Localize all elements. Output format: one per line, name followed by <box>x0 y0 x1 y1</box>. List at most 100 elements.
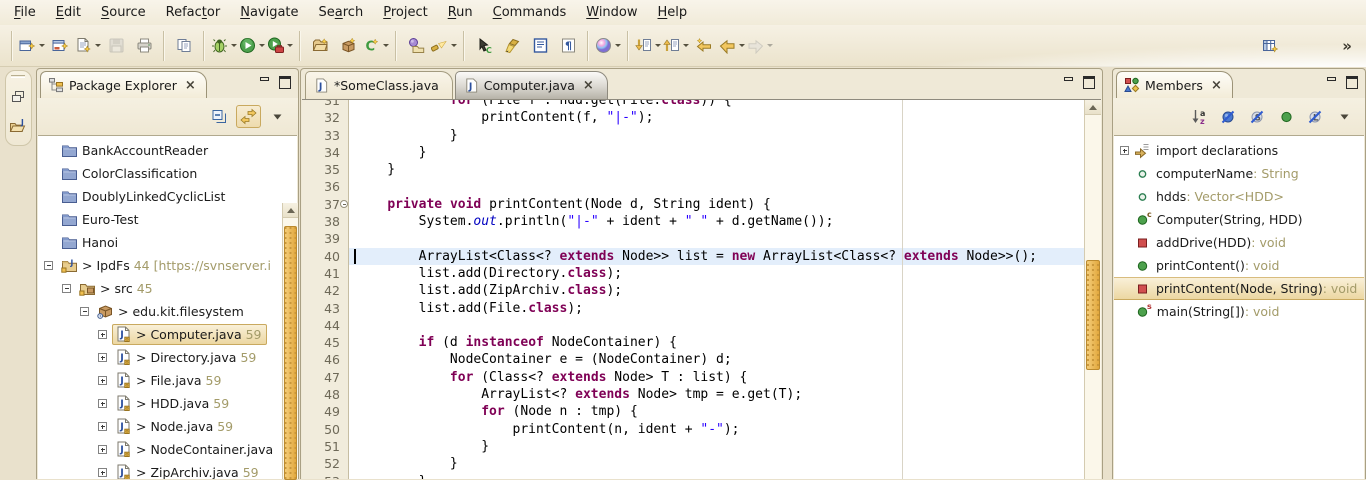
menu-run[interactable]: Run <box>438 2 483 23</box>
new-wizard-dropdown-arrow-icon[interactable] <box>39 44 45 47</box>
code-line-53[interactable]: 53 } <box>302 473 1084 479</box>
tree-item-src[interactable]: > src 45 <box>38 277 297 300</box>
tree-item-ipdfs[interactable]: J> IpdFs 44 [https://svnserver.i <box>38 254 297 277</box>
collapse-fold-icon[interactable] <box>340 200 348 208</box>
menu-help[interactable]: Help <box>648 2 698 23</box>
code-line-33[interactable]: 33 } <box>302 127 1084 144</box>
collapse-all-button[interactable] <box>207 105 232 128</box>
view-menu-button[interactable] <box>1332 105 1357 128</box>
menu-file[interactable]: File <box>4 2 46 23</box>
scroll-up-button[interactable] <box>283 203 298 218</box>
member-item-printcontent[interactable]: printContent() : void <box>1114 254 1364 277</box>
trim-handle[interactable] <box>11 75 25 78</box>
next-annotation-button[interactable] <box>635 33 661 59</box>
close-icon[interactable]: × <box>1211 79 1222 92</box>
next-edit-position-button[interactable]: C <box>471 33 497 59</box>
new-wizard-button[interactable] <box>19 33 45 59</box>
code-line-47[interactable]: 47 for (Class<? extends Node> T : list) … <box>302 369 1084 386</box>
code-line-40[interactable]: 40 ArrayList<Class<? extends Node>> list… <box>302 248 1084 265</box>
color-palette-dropdown-arrow-icon[interactable] <box>615 44 621 47</box>
menu-commands[interactable]: Commands <box>483 2 577 23</box>
back-button[interactable] <box>719 33 745 59</box>
tree-item-nodecontainer-java[interactable]: J> NodeContainer.java <box>38 438 297 461</box>
toolbar-overflow-chevron[interactable]: » <box>1342 37 1352 55</box>
code-line-38[interactable]: 38 System.out.println("|-" + ident + " "… <box>302 213 1084 230</box>
copy-documents-button[interactable] <box>171 33 197 59</box>
scrollbar-thumb[interactable] <box>1086 260 1100 370</box>
color-palette-button[interactable] <box>595 33 621 59</box>
tree-item-file-java[interactable]: J> File.java 59 <box>38 369 297 392</box>
link-with-editor-button[interactable] <box>236 105 261 128</box>
tree-item-bankaccountreader[interactable]: BankAccountReader <box>38 139 297 162</box>
code-line-36[interactable]: 36 <box>302 178 1084 195</box>
menu-project[interactable]: Project <box>373 2 438 23</box>
code-line-49[interactable]: 49 for (Node n : tmp) { <box>302 403 1084 420</box>
view-menu-button[interactable] <box>265 105 290 128</box>
code-line-35[interactable]: 35 } <box>302 161 1084 178</box>
menu-window[interactable]: Window <box>576 2 647 23</box>
editor-tab-someclass-java[interactable]: J*SomeClass.java <box>305 71 453 99</box>
scrollbar-thumb[interactable] <box>284 226 297 480</box>
expander-minus-icon[interactable] <box>44 261 53 270</box>
member-item-computer-string-hdd[interactable]: cComputer(String, HDD) <box>1114 208 1364 231</box>
close-icon[interactable]: × <box>185 79 196 92</box>
run-external-tools-dropdown-arrow-icon[interactable] <box>287 44 293 47</box>
code-line-50[interactable]: 50 printContent(n, ident + "-"); <box>302 421 1084 438</box>
maximize-button[interactable] <box>1345 76 1358 87</box>
minimize-button[interactable] <box>1062 76 1075 87</box>
code-line-41[interactable]: 41 list.add(Directory.class); <box>302 265 1084 282</box>
member-item-adddrive-hdd[interactable]: addDrive(HDD) : void <box>1114 231 1364 254</box>
menu-edit[interactable]: Edit <box>46 2 91 23</box>
expander-plus-icon[interactable] <box>98 399 107 408</box>
new-java-package-button[interactable] <box>335 33 361 59</box>
new-table-button[interactable] <box>1257 33 1283 59</box>
restore-views-button[interactable] <box>8 87 28 107</box>
run-dropdown-arrow-icon[interactable] <box>259 44 265 47</box>
expander-minus-icon[interactable] <box>62 284 71 293</box>
new-java-project-button[interactable] <box>307 33 333 59</box>
code-line-43[interactable]: 43 list.add(File.class); <box>302 300 1084 317</box>
scroll-up-button[interactable] <box>1085 100 1101 115</box>
package-explorer-tab[interactable]: Package Explorer × <box>40 71 207 98</box>
menu-refactor[interactable]: Refactor <box>156 2 231 23</box>
run-button[interactable] <box>239 33 265 59</box>
close-icon[interactable]: × <box>583 79 594 92</box>
maximize-button[interactable] <box>1082 76 1095 87</box>
sort-button[interactable]: az <box>1187 105 1212 128</box>
new-java-class-dropdown-arrow-icon[interactable] <box>383 44 389 47</box>
code-line-31[interactable]: 31 for (File f : hdd.get(File.class)) { <box>302 99 1084 109</box>
package-explorer-scrollbar[interactable] <box>282 203 298 479</box>
editor-tab-computer-java[interactable]: JComputer.java× <box>455 71 608 99</box>
expander-minus-icon[interactable] <box>80 307 89 316</box>
member-item-import-declarations[interactable]: import declarations <box>1114 139 1364 162</box>
back-dropdown-arrow-icon[interactable] <box>739 44 745 47</box>
run-external-tools-button[interactable] <box>267 33 293 59</box>
previous-annotation-dropdown-arrow-icon[interactable] <box>683 44 689 47</box>
editor-scrollbar[interactable] <box>1084 100 1101 479</box>
next-annotation-dropdown-arrow-icon[interactable] <box>655 44 661 47</box>
last-edit-location-button[interactable] <box>691 33 717 59</box>
new-window-button[interactable] <box>47 33 73 59</box>
code-line-48[interactable]: 48 ArrayList<? extends Node> tmp = e.get… <box>302 386 1084 403</box>
minimize-button[interactable] <box>258 76 271 87</box>
java-perspective-button[interactable]: J <box>8 116 28 136</box>
member-item-computername[interactable]: computerName : String <box>1114 162 1364 185</box>
expander-plus-icon[interactable] <box>98 445 107 454</box>
debug-button[interactable] <box>211 33 237 59</box>
member-item-printcontent-node-string[interactable]: printContent(Node, String) : void <box>1114 277 1364 300</box>
expander-plus-icon[interactable] <box>98 376 107 385</box>
show-whitespace-button[interactable]: ¶ <box>555 33 581 59</box>
hide-fields-button[interactable] <box>1216 105 1241 128</box>
expander-plus-icon[interactable] <box>98 330 107 339</box>
editor-area[interactable]: 31 for (File f : hdd.get(File.class)) {3… <box>302 99 1101 479</box>
tree-item-edu-kit-filesystem[interactable]: > edu.kit.filesystem <box>38 300 297 323</box>
members-tab[interactable]: Members × <box>1116 71 1233 98</box>
menu-search[interactable]: Search <box>309 2 374 23</box>
expander-plus-icon[interactable] <box>98 422 107 431</box>
tree-item-colorclassification[interactable]: ColorClassification <box>38 162 297 185</box>
new-file-dropdown-arrow-icon[interactable] <box>95 44 101 47</box>
menu-source[interactable]: Source <box>91 2 156 23</box>
menu-navigate[interactable]: Navigate <box>230 2 308 23</box>
tree-item-node-java[interactable]: J> Node.java 59 <box>38 415 297 438</box>
code-line-32[interactable]: 32 printContent(f, "|-"); <box>302 109 1084 126</box>
